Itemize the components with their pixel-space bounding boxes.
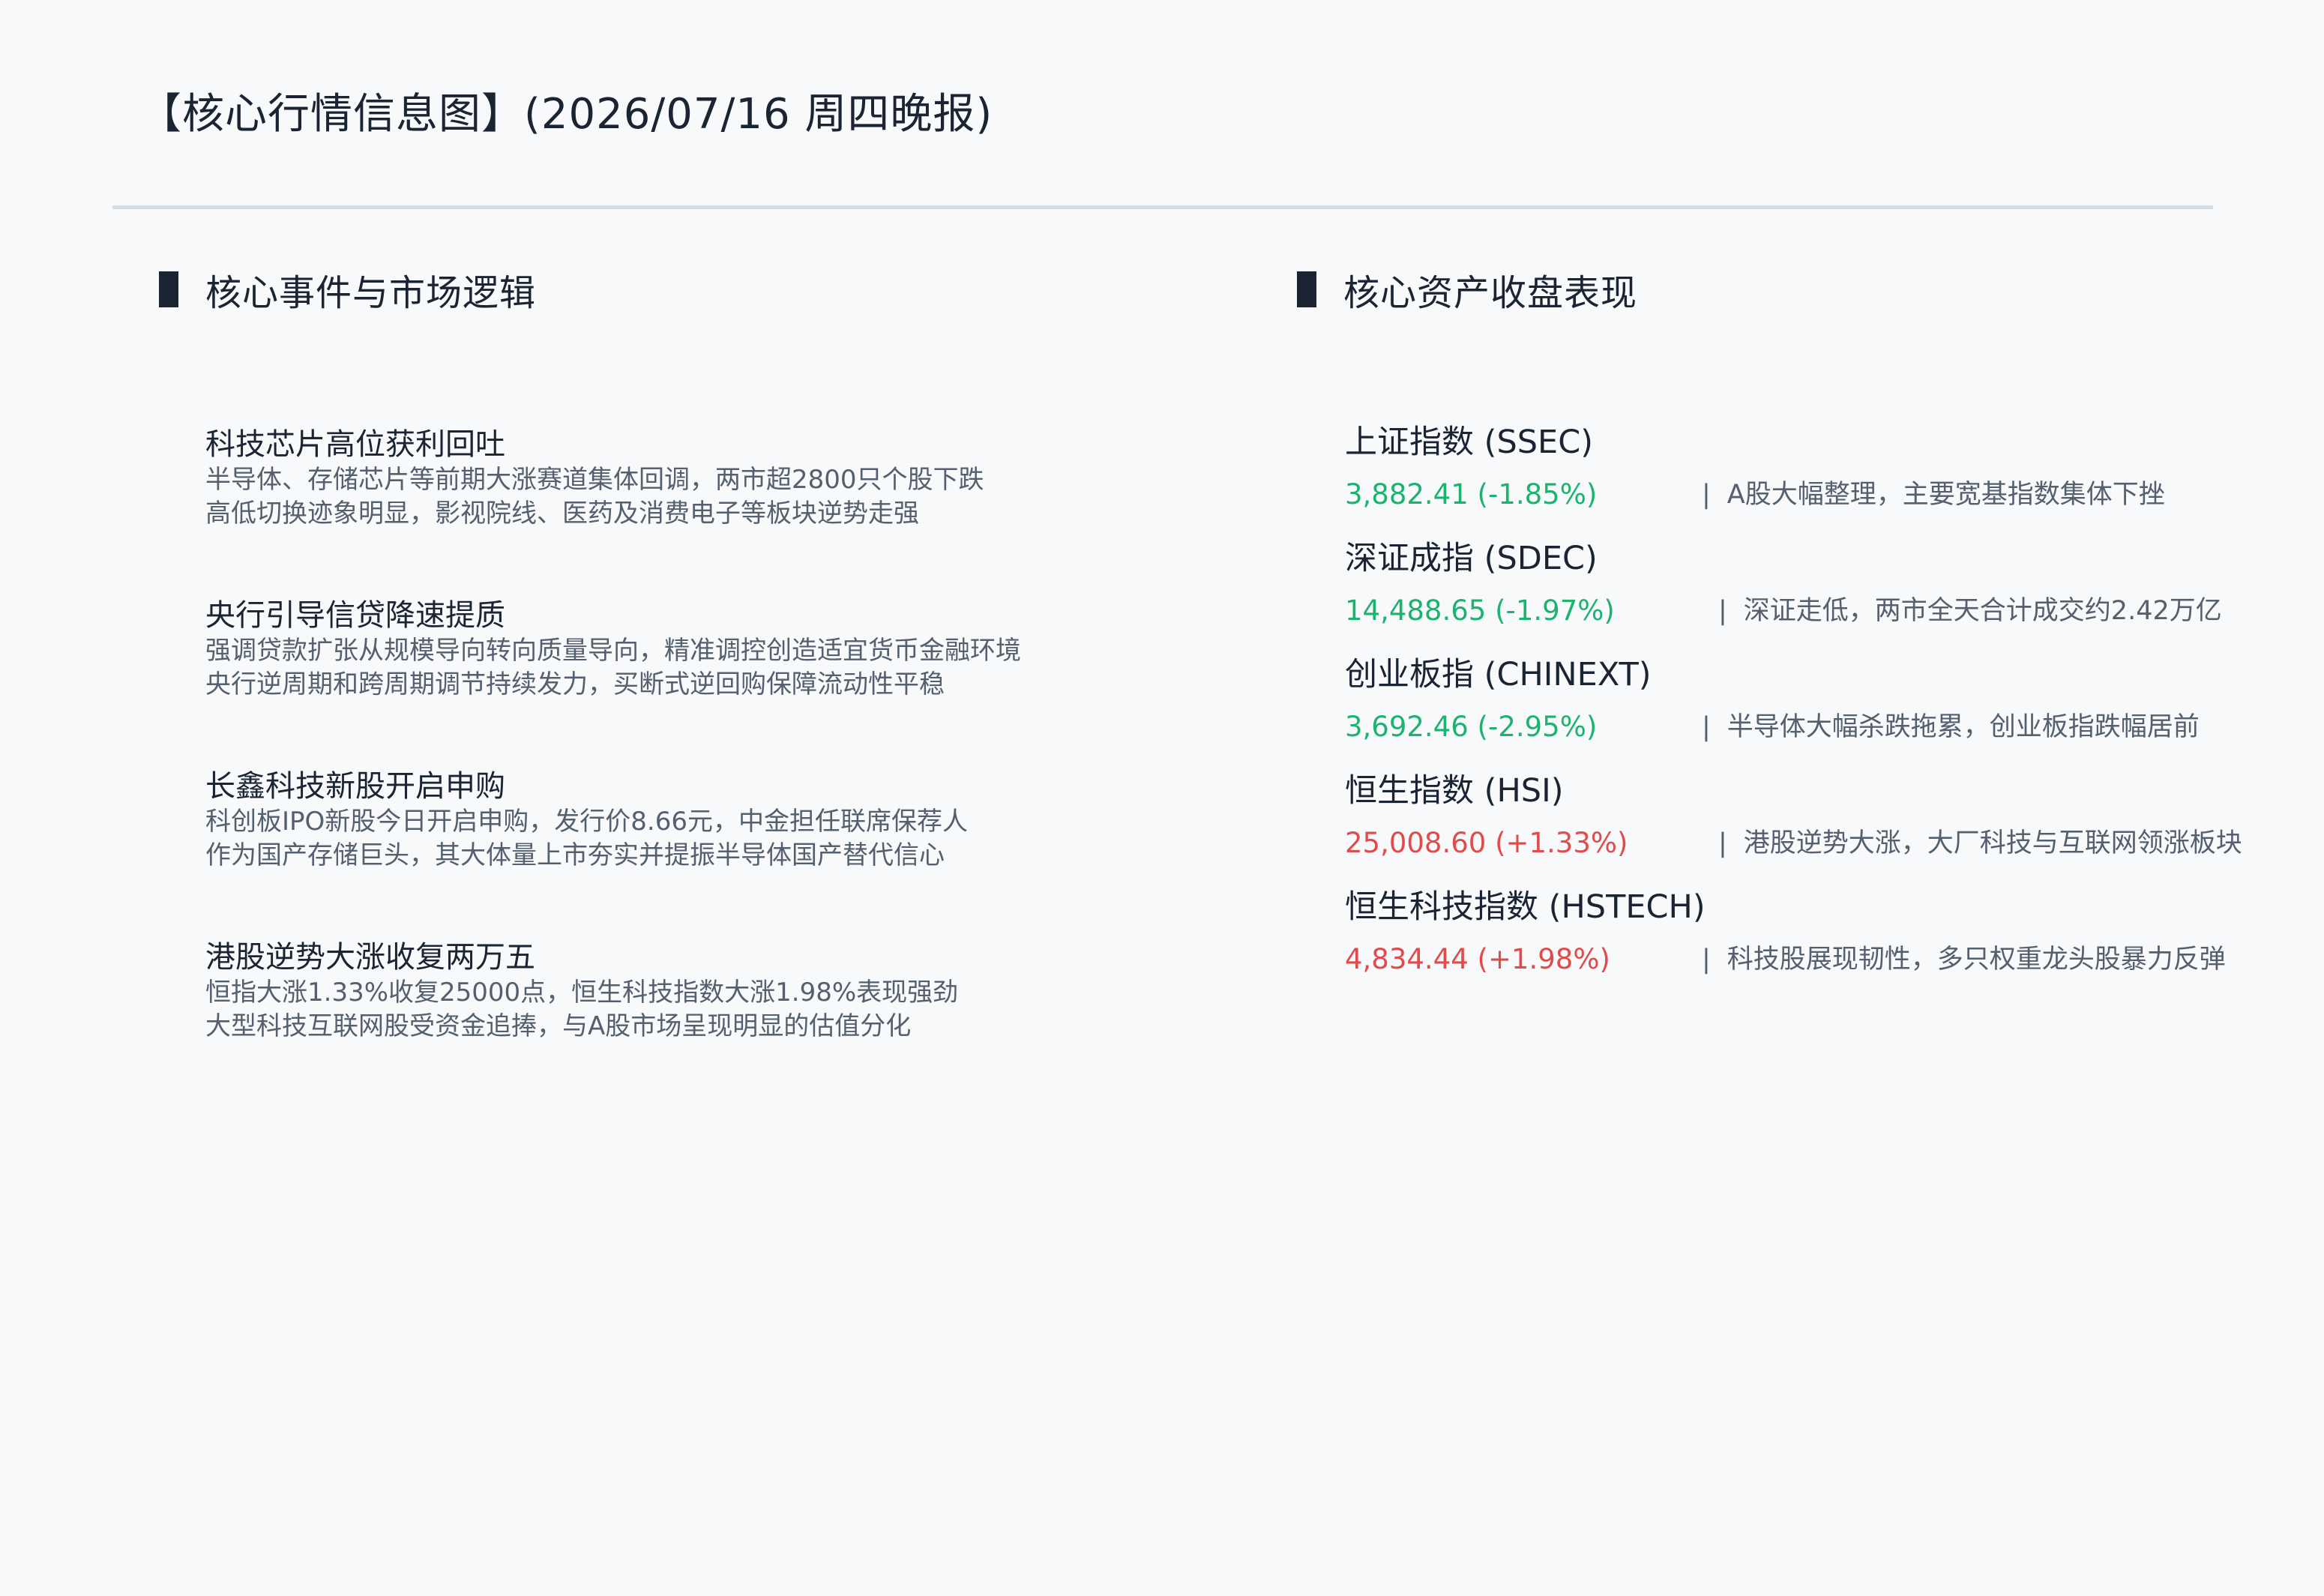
separator: |	[1702, 945, 1711, 975]
event-description-line: 半导体、存储芯片等前期大涨赛道集体回调，两市超2800只个股下跌	[205, 465, 984, 495]
event-item: 长鑫科技新股开启申购 科创板IPO新股今日开启申购，发行价8.66元，中金担任联…	[205, 768, 1255, 873]
title-divider	[112, 205, 2213, 209]
event-item: 港股逆势大涨收复两万五 恒指大涨1.33%收复25000点，恒生科技指数大涨1.…	[205, 939, 1255, 1044]
asset-name: 创业板指 (CHINEXT)	[1345, 656, 1652, 693]
asset-value: 3,692.46 (-2.95%)	[1345, 711, 1598, 743]
page-title: 【核心行情信息图】(2026/07/16 周四晚报)	[139, 90, 993, 139]
section-marker-bar	[1297, 271, 1316, 307]
event-description-line: 高低切换迹象明显，影视院线、医药及消费电子等板块逆势走强	[205, 499, 919, 529]
event-description-line: 强调贷款扩张从规模导向转向质量导向，精准调控创造适宜货币金融环境	[205, 636, 1021, 666]
asset-name: 恒生科技指数 (HSTECH)	[1345, 888, 1706, 926]
asset-row: 3,692.46 (-2.95%) | 半导体大幅杀跌拖累，创业板指跌幅居前	[1345, 706, 2312, 748]
event-description-line: 央行逆周期和跨周期调节持续发力，买断式逆回购保障流动性平稳	[205, 669, 945, 699]
events-section-header: 核心事件与市场逻辑	[159, 259, 536, 319]
asset-item: 恒生指数 (HSI) 25,008.60 (+1.33%) | 港股逆势大涨，大厂…	[1345, 770, 2312, 864]
event-title: 港股逆势大涨收复两万五	[205, 940, 535, 975]
asset-comment-text: 科技股展现韧性，多只权重龙头股暴力反弹	[1727, 945, 2226, 975]
asset-item: 创业板指 (CHINEXT) 3,692.46 (-2.95%) | 半导体大幅杀…	[1345, 654, 2312, 748]
event-title: 长鑫科技新股开启申购	[205, 769, 505, 804]
asset-value: 4,834.44 (+1.98%)	[1345, 943, 1610, 975]
event-title: 科技芯片高位获利回吐	[205, 427, 505, 462]
separator: |	[1702, 712, 1711, 742]
event-item: 央行引导信贷降速提质 强调贷款扩张从规模导向转向质量导向，精准调控创造适宜货币金…	[205, 597, 1255, 702]
asset-comment-text: A股大幅整理，主要宽基指数集体下挫	[1727, 480, 2165, 510]
event-description-line: 大型科技互联网股受资金追捧，与A股市场呈现明显的估值分化	[205, 1011, 912, 1041]
event-description-line: 作为国产存储巨头，其大体量上市夯实并提振半导体国产替代信心	[205, 840, 945, 870]
asset-comment-text: 半导体大幅杀跌拖累，创业板指跌幅居前	[1727, 712, 2200, 742]
asset-row: 4,834.44 (+1.98%) | 科技股展现韧性，多只权重龙头股暴力反弹	[1345, 939, 2312, 981]
separator: |	[1718, 828, 1727, 858]
separator: |	[1718, 596, 1727, 626]
asset-comment: | 港股逆势大涨，大厂科技与互联网领涨板块	[1718, 822, 2242, 864]
assets-section-header: 核心资产收盘表现	[1297, 259, 1637, 319]
asset-row: 14,488.65 (-1.97%) | 深证走低，两市全天合计成交约2.42万亿	[1345, 590, 2312, 632]
asset-value: 3,882.41 (-1.85%)	[1345, 478, 1598, 511]
asset-comment: | A股大幅整理，主要宽基指数集体下挫	[1702, 474, 2165, 516]
asset-comment: | 深证走低，两市全天合计成交约2.42万亿	[1718, 590, 2222, 632]
event-title: 央行引导信贷降速提质	[205, 598, 505, 633]
asset-row: 25,008.60 (+1.33%) | 港股逆势大涨，大厂科技与互联网领涨板块	[1345, 822, 2312, 864]
asset-name: 深证成指 (SDEC)	[1345, 540, 1598, 577]
asset-row: 3,882.41 (-1.85%) | A股大幅整理，主要宽基指数集体下挫	[1345, 474, 2312, 516]
section-marker-bar	[159, 271, 178, 307]
asset-item: 深证成指 (SDEC) 14,488.65 (-1.97%) | 深证走低，两市全…	[1345, 537, 2312, 632]
asset-item: 上证指数 (SSEC) 3,882.41 (-1.85%) | A股大幅整理，主要…	[1345, 421, 2312, 516]
asset-name: 上证指数 (SSEC)	[1345, 424, 1594, 461]
event-item: 科技芯片高位获利回吐 半导体、存储芯片等前期大涨赛道集体回调，两市超2800只个…	[205, 426, 1255, 531]
events-section-title: 核心事件与市场逻辑	[205, 272, 537, 314]
asset-comment: | 科技股展现韧性，多只权重龙头股暴力反弹	[1702, 939, 2226, 981]
event-description-line: 科创板IPO新股今日开启申购，发行价8.66元，中金担任联席保荐人	[205, 807, 968, 837]
event-description-line: 恒指大涨1.33%收复25000点，恒生科技指数大涨1.98%表现强劲	[205, 978, 959, 1008]
separator: |	[1702, 480, 1711, 510]
asset-name: 恒生指数 (HSI)	[1345, 772, 1564, 810]
asset-value: 14,488.65 (-1.97%)	[1345, 594, 1615, 627]
assets-section-title: 核心资产收盘表现	[1343, 272, 1638, 314]
asset-comment-text: 港股逆势大涨，大厂科技与互联网领涨板块	[1743, 828, 2242, 858]
asset-item: 恒生科技指数 (HSTECH) 4,834.44 (+1.98%) | 科技股展现…	[1345, 886, 2312, 981]
asset-comment: | 半导体大幅杀跌拖累，创业板指跌幅居前	[1702, 706, 2200, 748]
asset-comment-text: 深证走低，两市全天合计成交约2.42万亿	[1743, 596, 2222, 626]
asset-value: 25,008.60 (+1.33%)	[1345, 827, 1628, 859]
